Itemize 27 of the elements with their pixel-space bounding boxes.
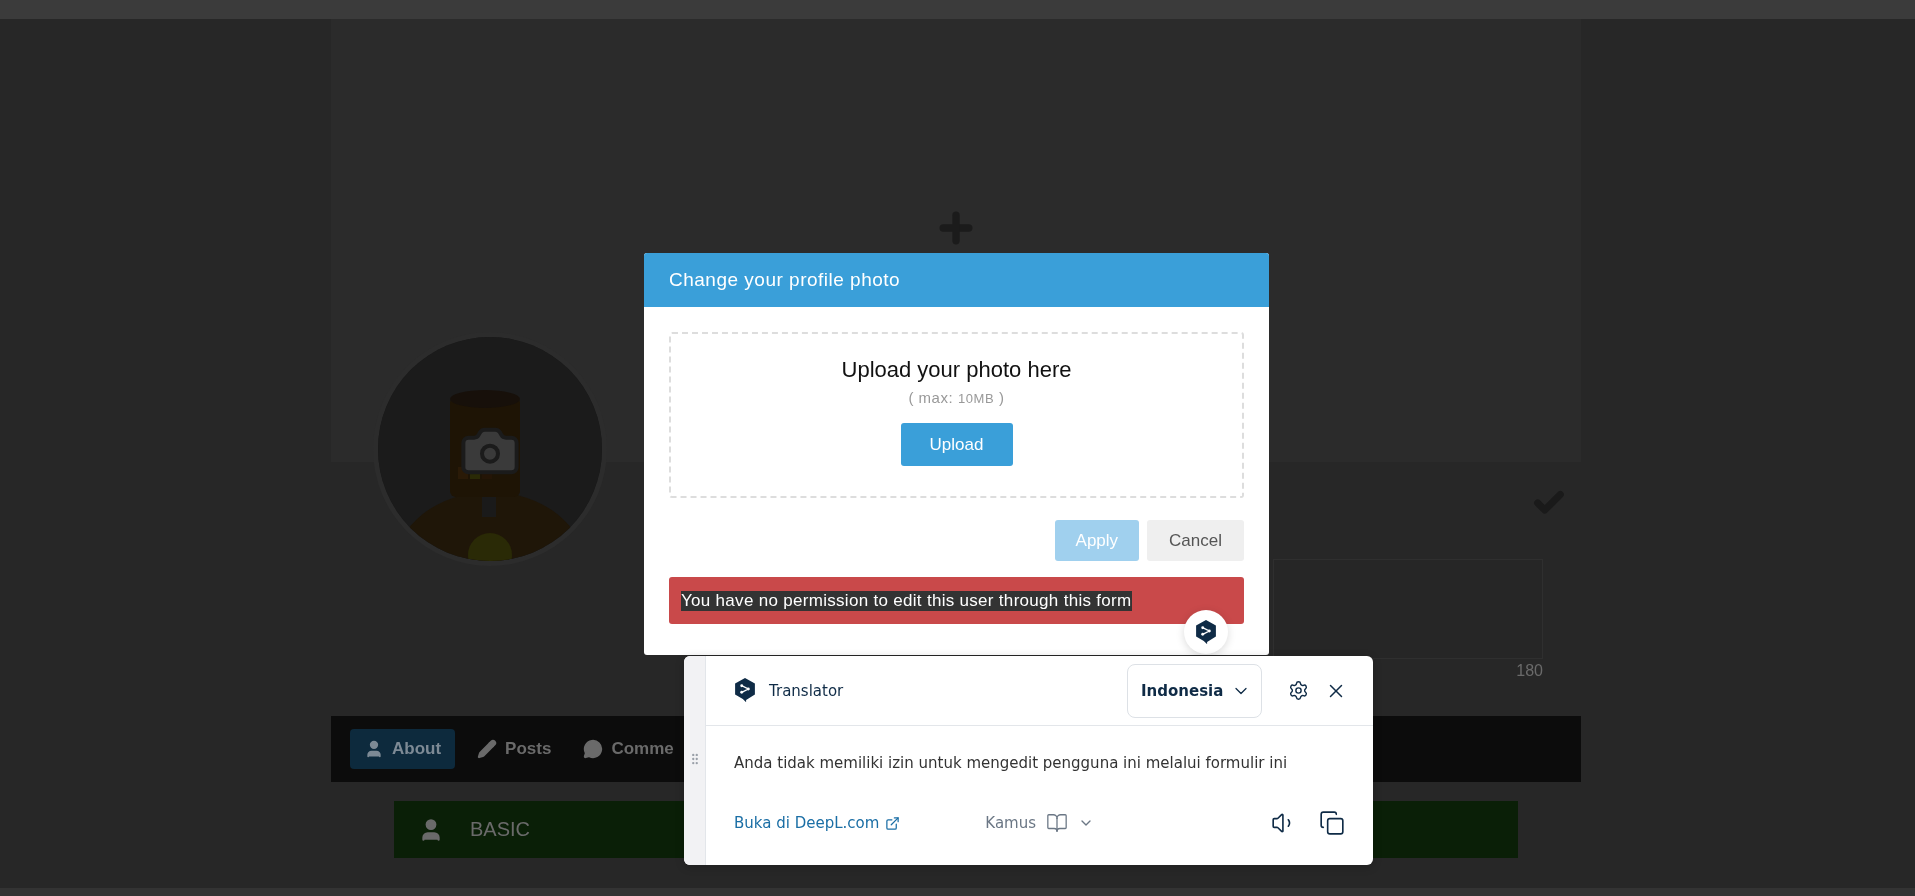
upload-button[interactable]: Upload: [900, 423, 1013, 466]
profile-tab[interactable]: Posts: [467, 729, 562, 769]
dialog-title: Change your profile photo: [644, 253, 1269, 307]
section-title: BASIC: [470, 818, 531, 841]
bio-field[interactable]: [1273, 559, 1543, 659]
dictionary-button[interactable]: Kamus: [985, 812, 1249, 834]
cancel-button[interactable]: Cancel: [1147, 520, 1244, 561]
size-limit: ( max: 10MB ): [908, 389, 1005, 406]
translator-logo-icon: [1195, 619, 1217, 645]
dropzone-heading: Upload your photo here: [841, 357, 1072, 383]
speech-bubble-icon: [583, 739, 604, 759]
copy-icon[interactable]: [1319, 810, 1345, 836]
open-deepl-link[interactable]: Buka di DeepL.com: [734, 814, 901, 832]
external-link-icon: [885, 815, 901, 831]
pencil-icon: [477, 739, 498, 759]
language-select[interactable]: Indonesia: [1127, 663, 1262, 718]
profile-tab[interactable]: Comme: [573, 729, 684, 769]
character-counter: 180: [1516, 662, 1543, 680]
book-icon: [1046, 812, 1069, 834]
translator-title: Translator: [769, 681, 845, 700]
user-icon: [364, 739, 384, 759]
upload-dropzone[interactable]: Upload your photo here ( max: 10MB ) Upload: [669, 332, 1244, 498]
translator-logo-icon: [734, 678, 756, 703]
translation-text: Anda tidak memiliki izin untuk mengedit pengguna ini melalui formulir ini: [733, 753, 1289, 772]
settings-icon[interactable]: [1288, 680, 1309, 701]
error-message: You have no permission to edit this user through this form: [681, 590, 1132, 611]
profile-tab[interactable]: About: [350, 729, 456, 769]
